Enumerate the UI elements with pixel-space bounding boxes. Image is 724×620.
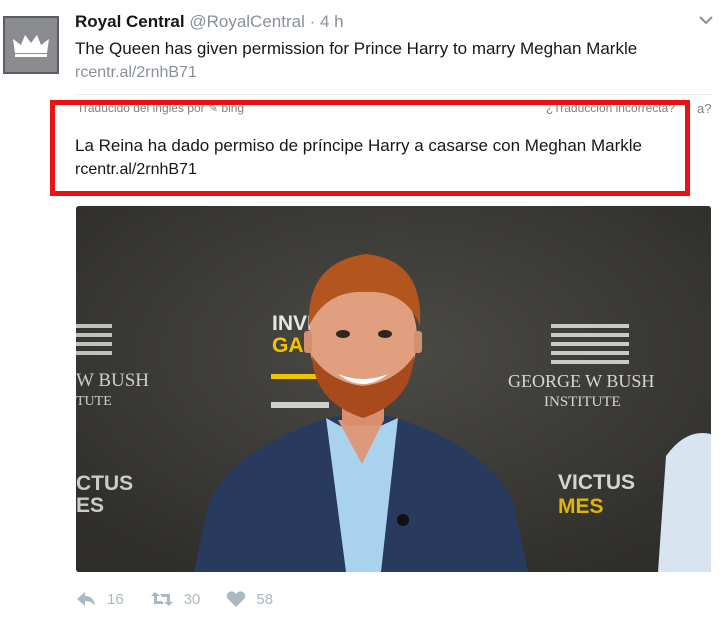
reply-button[interactable]: 16 [75,590,124,608]
translation-text: La Reina ha dado permiso de príncipe Har… [75,136,642,155]
bing-logo-icon: ✎ [207,101,219,115]
retweet-count: 30 [183,590,201,608]
wrong-translation-link[interactable]: ¿Traducción incorrecta? [546,105,675,115]
separator-dot: · [309,12,316,31]
retweet-icon [150,592,173,606]
translation-provider: bing [221,101,245,115]
crown-icon [13,35,49,57]
author-name[interactable]: Royal Central [75,12,185,31]
retweet-button[interactable]: 30 [150,590,201,608]
tweet-time[interactable]: 4 h [320,12,344,31]
tweet-header: Royal Central @RoyalCentral · 4 h [75,12,344,32]
like-button[interactable]: 58 [226,590,273,608]
reply-count: 16 [107,590,124,608]
tweet-text: The Queen has given permission for Princ… [75,39,638,58]
heart-icon [227,591,246,607]
svg-text:INSTITUTE: INSTITUTE [544,394,621,410]
like-count: 58 [256,590,274,608]
translation-link[interactable]: rcentr.al/2rnhB71 [75,161,197,179]
divider [75,94,712,95]
svg-text:W BUSH: W BUSH [76,370,149,391]
avatar[interactable] [3,16,59,74]
svg-text:CTUS: CTUS [76,472,133,495]
reply-icon [77,592,95,606]
author-handle[interactable]: @RoyalCentral [189,12,305,31]
svg-text:GEORGE W BUSH: GEORGE W BUSH [508,371,654,391]
svg-text:TUTE: TUTE [76,394,112,409]
translation-attribution: Traducido del inglés por ✎ bing [77,101,245,115]
svg-text:MES: MES [558,495,604,518]
translation-box: Traducido del inglés por ✎ bing ¿Traducc… [50,100,690,196]
svg-text:ES: ES [76,494,104,517]
svg-text:VICTUS: VICTUS [558,471,635,494]
tweet-photo[interactable]: W BUSH TUTE CTUS ES INVICTUS GAMES GEORG… [76,206,711,572]
tweet-actions: 16 30 58 [75,588,299,610]
tweet-link[interactable]: rcentr.al/2rnhB71 [75,64,197,82]
wrong-translation-overflow: a? [697,101,712,116]
chevron-down-icon[interactable] [696,12,716,28]
